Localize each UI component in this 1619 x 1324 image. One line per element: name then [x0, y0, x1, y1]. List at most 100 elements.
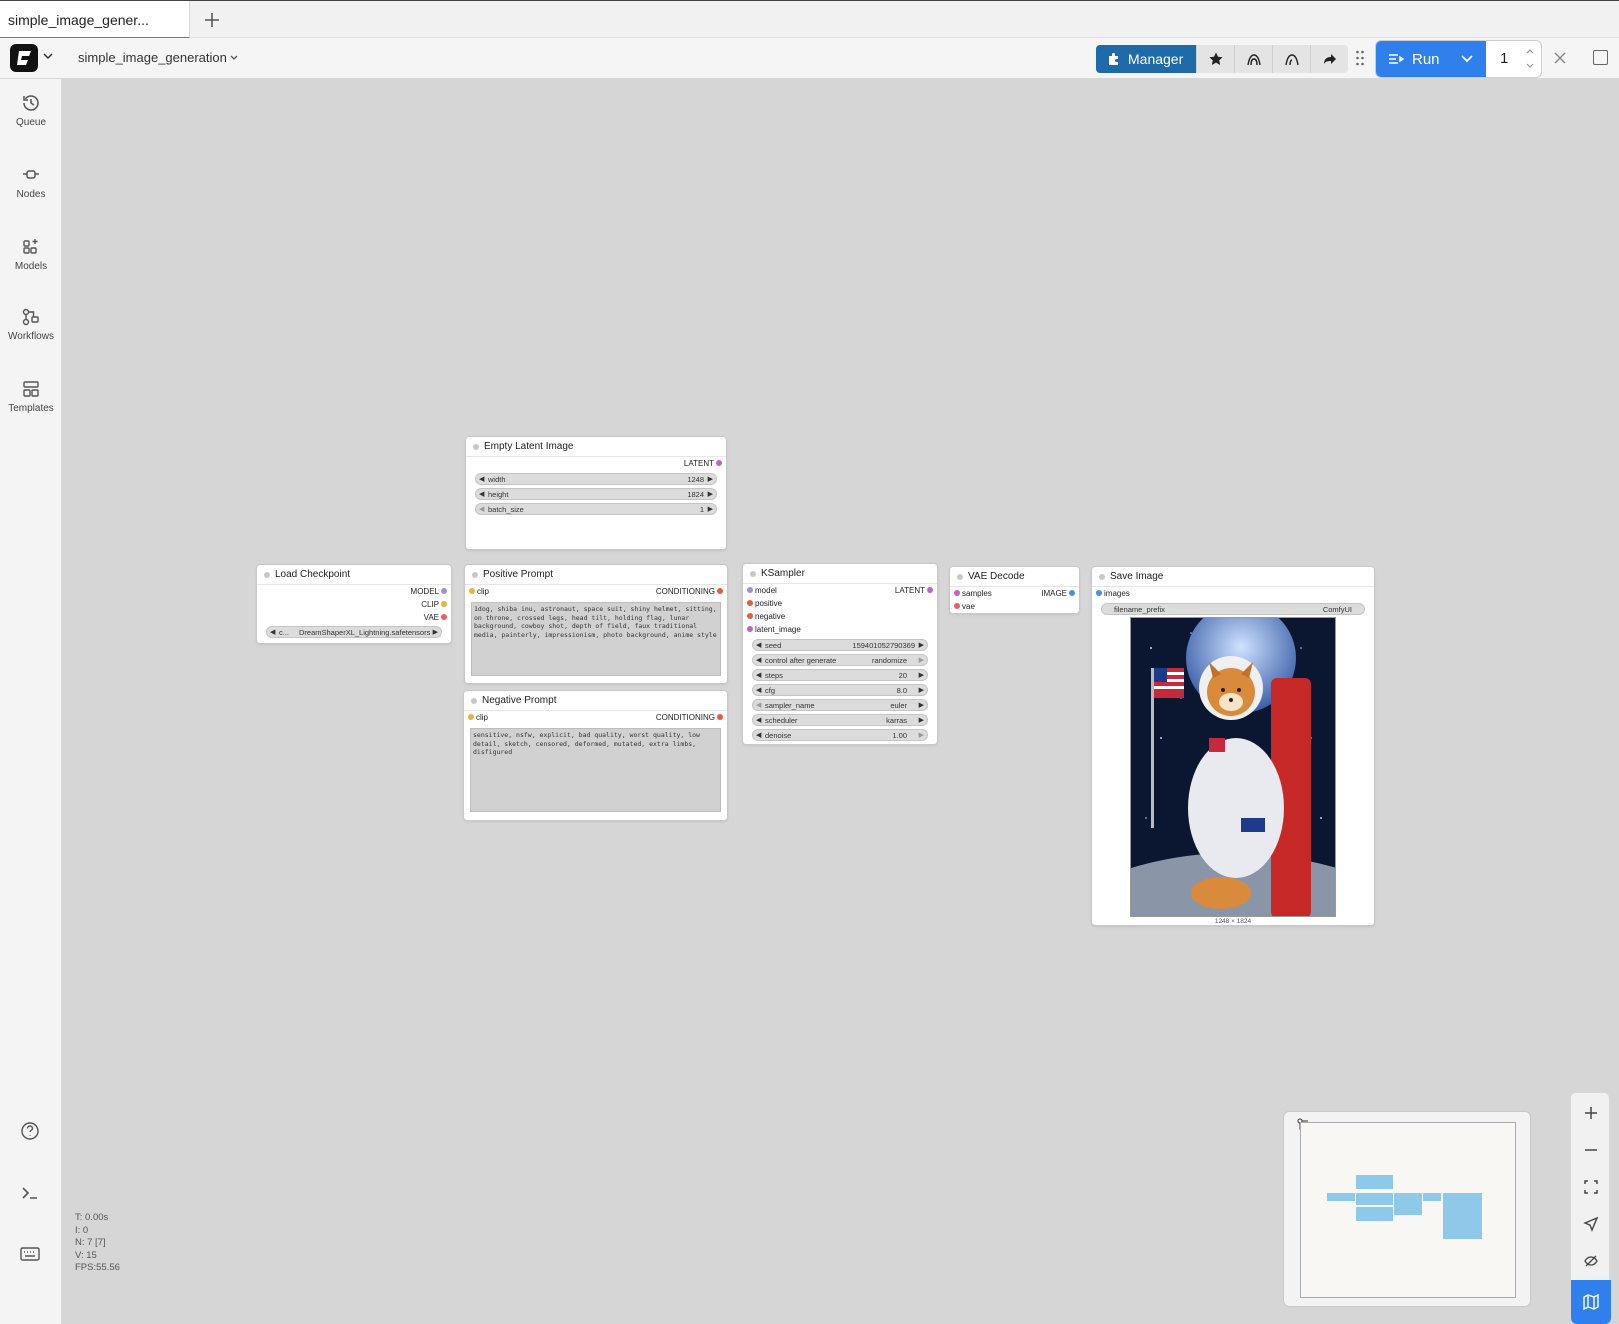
latent-dot-icon[interactable] [747, 626, 753, 632]
node-load-checkpoint[interactable]: Load Checkpoint MODEL CLIP VAE ◀ c... Drea… [256, 564, 452, 644]
drag-handle-icon[interactable] [1355, 50, 1365, 66]
conditioning-dot-icon[interactable] [747, 613, 753, 619]
increment-icon[interactable] [1525, 46, 1535, 56]
latent-dot-icon[interactable] [927, 587, 933, 593]
output-slot-vae[interactable]: VAE [257, 611, 451, 624]
keyboard-icon[interactable] [18, 1242, 42, 1266]
fullscreen-toggle-icon[interactable] [1593, 50, 1608, 65]
arrow-right-icon[interactable]: ▶ [708, 475, 713, 483]
batch-count-input[interactable]: 1 [1486, 41, 1541, 77]
arrow-right-icon[interactable]: ▶ [708, 505, 713, 513]
zoom-in-button[interactable] [1571, 1095, 1611, 1131]
arrow-right-icon[interactable]: ▶ [919, 656, 924, 664]
node-ksampler[interactable]: KSampler model LATENT positive negative … [742, 563, 938, 745]
batch-size-widget[interactable]: ◀ batch_size 1 ▶ [475, 503, 717, 515]
input-slot-images[interactable]: images [1092, 587, 1374, 600]
conditioning-dot-icon[interactable] [717, 714, 723, 720]
cfg-widget[interactable]: ◀ cfg 8.0 ▶ [752, 684, 928, 696]
arrow-left-icon[interactable]: ◀ [756, 701, 761, 709]
arrow-right-icon[interactable]: ▶ [919, 641, 924, 649]
positive-prompt-textarea[interactable]: 1dog, shiba inu, astronaut, space suit, … [471, 602, 721, 676]
control-after-generate-widget[interactable]: ◀ control after generate randomize ▶ [752, 654, 928, 666]
node-positive-prompt[interactable]: Positive Prompt clip CONDITIONING 1dog, … [464, 564, 728, 684]
input-slot-latent-image[interactable]: latent_image [743, 623, 937, 636]
workflow-tab[interactable]: simple_image_gener... [0, 1, 190, 39]
arrow-left-icon[interactable]: ◀ [756, 656, 761, 664]
clip-dot-icon[interactable] [469, 588, 475, 594]
toggle-links-button[interactable] [1571, 1243, 1611, 1279]
star-button[interactable] [1196, 45, 1234, 73]
scheduler-widget[interactable]: ◀ scheduler karras ▶ [752, 714, 928, 726]
ckpt-name-widget[interactable]: ◀ c... DreamShaperXL_Lightning.safetensors… [266, 626, 442, 638]
chevron-down-icon[interactable] [42, 50, 54, 62]
input-slot-positive[interactable]: positive [743, 597, 937, 610]
arrow-right-icon[interactable]: ▶ [433, 628, 438, 636]
terminal-icon[interactable] [18, 1181, 42, 1205]
latent-dot-icon[interactable] [716, 460, 722, 466]
height-widget[interactable]: ◀ height 1824 ▶ [475, 488, 717, 500]
run-button[interactable]: Run [1376, 41, 1486, 77]
chevron-down-icon[interactable] [1460, 53, 1474, 65]
comfy-logo-icon[interactable] [10, 44, 38, 72]
add-tab-icon[interactable] [200, 8, 224, 32]
arrow-right-icon[interactable]: ▶ [919, 731, 924, 739]
generated-image[interactable] [1130, 617, 1336, 917]
input-slot-negative[interactable]: negative [743, 610, 937, 623]
clip-dot-icon[interactable] [468, 714, 474, 720]
image-dot-icon[interactable] [1069, 590, 1075, 596]
fit-view-button[interactable] [1571, 1169, 1611, 1205]
sidebar-item-queue[interactable]: Queue [0, 93, 62, 153]
workflow-name[interactable]: simple_image_generation [78, 50, 227, 65]
minimap-viewport[interactable] [1300, 1122, 1516, 1298]
manager-button[interactable]: Manager [1096, 45, 1196, 73]
node-vae-decode[interactable]: VAE Decode samples IMAGE vae [949, 566, 1080, 614]
node-save-image[interactable]: Save Image images filename_prefix ComfyUI [1091, 566, 1375, 926]
denoise-widget[interactable]: ◀ denoise 1.00 ▶ [752, 729, 928, 741]
sampler-name-widget[interactable]: ◀ sampler_name euler ▶ [752, 699, 928, 711]
node-negative-prompt[interactable]: Negative Prompt clip CONDITIONING sensit… [463, 690, 728, 821]
conditioning-dot-icon[interactable] [747, 600, 753, 606]
negative-prompt-textarea[interactable]: sensitive, nsfw, explicit, bad quality, … [470, 728, 721, 812]
sidebar-item-nodes[interactable]: Nodes [0, 165, 62, 225]
image-dot-icon[interactable] [1096, 590, 1102, 596]
arrow-left-icon[interactable]: ◀ [756, 641, 761, 649]
arrow-left-icon[interactable]: ◀ [479, 475, 484, 483]
width-widget[interactable]: ◀ width 1248 ▶ [475, 473, 717, 485]
seed-widget[interactable]: ◀ seed 159401052790369 ▶ [752, 639, 928, 651]
latent-dot-icon[interactable] [954, 590, 960, 596]
share-button[interactable] [1310, 45, 1348, 73]
arrow-right-icon[interactable]: ▶ [919, 671, 924, 679]
model-dot-icon[interactable] [441, 588, 447, 594]
output-slot-latent[interactable]: LATENT [466, 457, 726, 470]
arrow-left-icon[interactable]: ◀ [270, 628, 275, 636]
decrement-icon[interactable] [1525, 61, 1535, 71]
slot-row[interactable]: clip CONDITIONING [465, 585, 727, 598]
output-slot-model[interactable]: MODEL [257, 585, 451, 598]
arrow-left-icon[interactable]: ◀ [756, 671, 761, 679]
select-mode-button[interactable] [1571, 1206, 1611, 1242]
input-slot-samples[interactable]: samples IMAGE [950, 587, 1079, 600]
arrow-right-icon[interactable]: ▶ [919, 716, 924, 724]
arrow-right-icon[interactable]: ▶ [919, 701, 924, 709]
toggle-minimap-button[interactable] [1571, 1280, 1611, 1324]
model-dot-icon[interactable] [747, 587, 753, 593]
zoom-out-button[interactable] [1571, 1132, 1611, 1168]
arrow-left-icon[interactable]: ◀ [479, 505, 484, 513]
chevron-down-icon[interactable] [229, 53, 239, 63]
sidebar-item-templates[interactable]: Templates [0, 379, 62, 439]
arrow-left-icon[interactable]: ◀ [479, 490, 484, 498]
clip-dot-icon[interactable] [441, 601, 447, 607]
filename-prefix-widget[interactable]: filename_prefix ComfyUI [1101, 603, 1365, 615]
slot-row[interactable]: clip CONDITIONING [464, 711, 727, 724]
arrow-left-icon[interactable]: ◀ [756, 731, 761, 739]
steps-widget[interactable]: ◀ steps 20 ▶ [752, 669, 928, 681]
node-empty-latent-image[interactable]: Empty Latent Image LATENT ◀ width 1248 ▶ ◀ h… [465, 436, 727, 550]
minimap[interactable] [1283, 1111, 1531, 1307]
node-graph-alt-button[interactable] [1272, 45, 1310, 73]
close-icon[interactable] [1552, 50, 1568, 66]
sidebar-item-models[interactable]: Models [0, 237, 62, 297]
sidebar-item-workflows[interactable]: Workflows [0, 307, 62, 367]
vae-dot-icon[interactable] [954, 603, 960, 609]
arrow-left-icon[interactable]: ◀ [756, 716, 761, 724]
help-icon[interactable] [18, 1119, 42, 1143]
